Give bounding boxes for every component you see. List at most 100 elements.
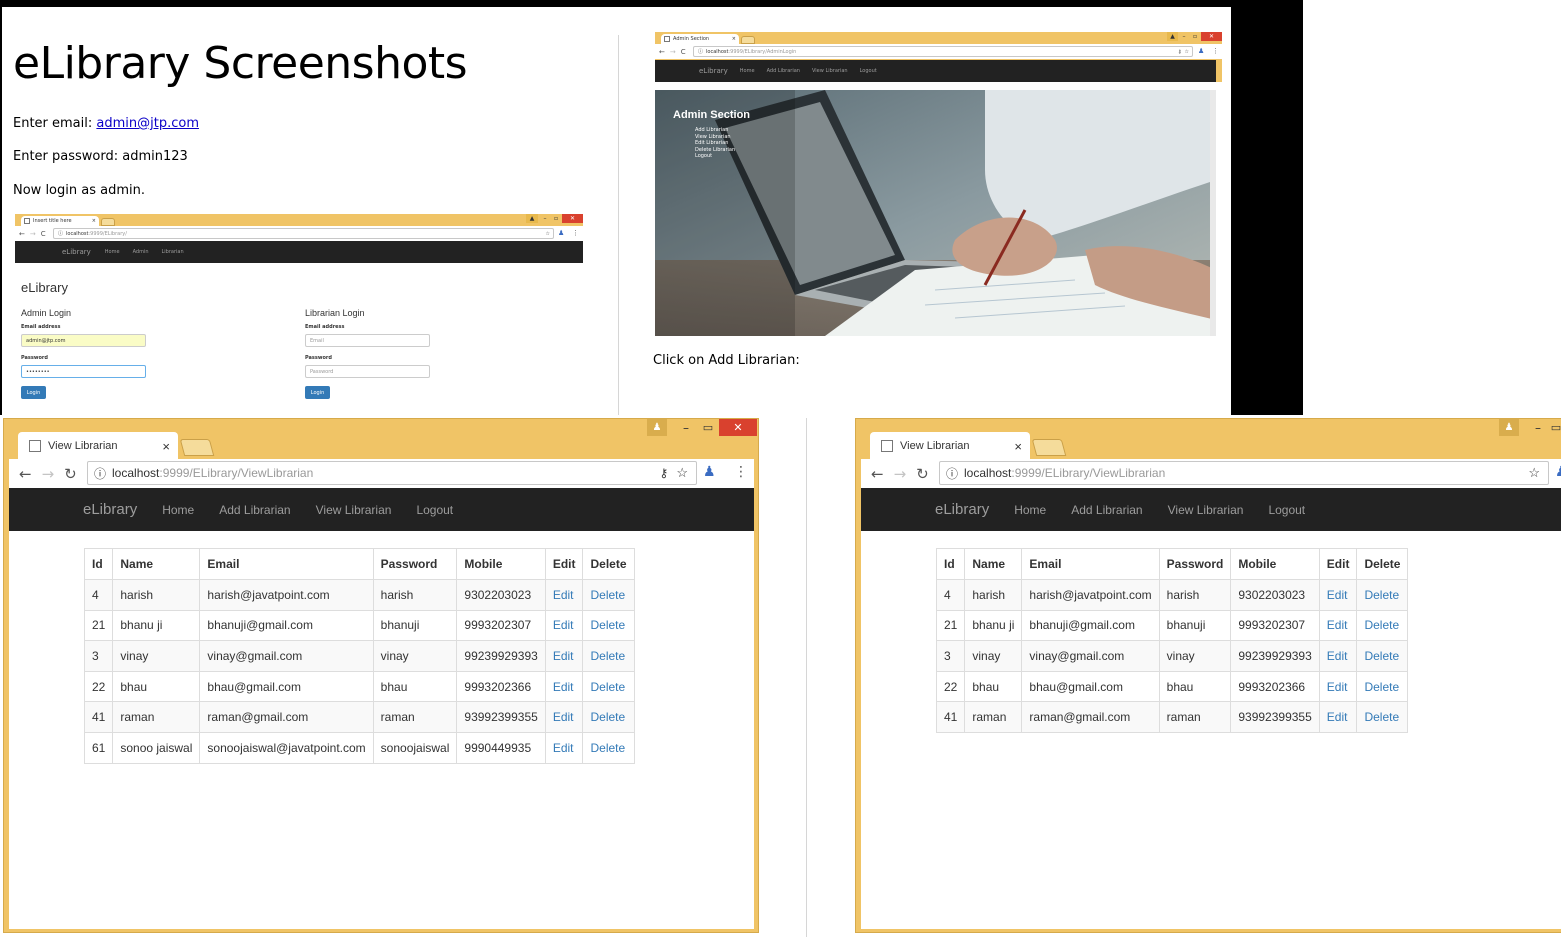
profile-icon[interactable]: ▲ [1167,32,1178,41]
delete-link[interactable]: Delete [1364,618,1399,632]
nav-add-librarian[interactable]: Add Librarian [767,68,800,74]
reload-icon[interactable]: ↻ [916,465,929,483]
nav-brand[interactable]: eLibrary [62,248,91,256]
delete-link[interactable]: Delete [590,680,625,694]
edit-link[interactable]: Edit [1327,680,1348,694]
maximize-button[interactable]: ▭ [1550,419,1561,436]
delete-link[interactable]: Delete [590,649,625,663]
admin-email-input[interactable]: admin@jtp.com [21,334,146,347]
edit-link[interactable]: Edit [553,618,574,632]
maximize-button[interactable]: ▭ [698,419,718,436]
nav-logout[interactable]: Logout [1268,503,1305,517]
delete-link[interactable]: Delete [590,618,625,632]
reload-icon[interactable]: C [41,230,46,238]
minimize-button[interactable]: – [676,419,696,436]
librarian-email-input[interactable]: Email [305,334,430,347]
reload-icon[interactable]: C [681,48,686,56]
nav-view-librarian[interactable]: View Librarian [812,68,848,74]
delete-link[interactable]: Delete [1364,710,1399,724]
nav-brand[interactable]: eLibrary [699,67,728,75]
nav-admin[interactable]: Admin [133,249,149,255]
url-bar[interactable]: ⓘ localhost:9999/ELibrary/AdminLogin ⚷ ☆ [693,46,1193,57]
back-arrow-icon[interactable]: ← [659,48,665,56]
window-close-button[interactable]: ✕ [1201,32,1222,41]
nav-logout[interactable]: Logout [416,503,453,517]
star-icon[interactable]: ☆ [676,465,688,481]
admin-tab[interactable]: Admin Section × [661,34,739,44]
delete-link[interactable]: Delete [590,741,625,755]
nav-view-librarian[interactable]: View Librarian [1168,503,1244,517]
minimize-button[interactable]: – [1528,419,1548,436]
edit-link[interactable]: Edit [553,680,574,694]
account-icon[interactable]: ♟ [558,229,564,237]
admin-password-input[interactable]: •••••••• [21,365,146,378]
key-icon[interactable]: ⚷ [660,466,669,480]
star-icon[interactable]: ☆ [1528,465,1540,481]
nav-brand[interactable]: eLibrary [83,501,137,518]
nav-home[interactable]: Home [105,249,120,255]
librarian-password-input[interactable]: Password [305,365,430,378]
window-close-button[interactable]: ✕ [719,419,757,436]
edit-link[interactable]: Edit [1327,649,1348,663]
account-icon[interactable]: ♟ [1555,464,1561,480]
back-arrow-icon[interactable]: ← [19,465,32,483]
star-icon[interactable]: ☆ [1185,49,1189,55]
edit-link[interactable]: Edit [1327,588,1348,602]
delete-link[interactable]: Delete [1364,649,1399,663]
profile-icon[interactable]: ♟ [1499,419,1519,436]
nav-home[interactable]: Home [1014,503,1046,517]
edit-link[interactable]: Edit [1327,618,1348,632]
edit-link[interactable]: Edit [553,588,574,602]
menu-icon[interactable]: ⋮ [1212,47,1219,55]
account-icon[interactable]: ♟ [703,464,716,480]
delete-link[interactable]: Delete [1364,588,1399,602]
close-icon[interactable]: × [162,439,170,454]
nav-add-librarian[interactable]: Add Librarian [1071,503,1142,517]
new-tab-button[interactable] [1031,439,1067,456]
view-librarian-tab[interactable]: View Librarian × [870,432,1030,460]
view-librarian-tab[interactable]: View Librarian × [18,432,178,460]
url-bar[interactable]: ⓘ localhost:9999/ELibrary/ViewLibrarian … [939,461,1549,485]
back-arrow-icon[interactable]: ← [871,465,884,483]
star-icon[interactable]: ☆ [546,231,550,237]
forward-arrow-icon[interactable]: → [894,465,907,483]
nav-add-librarian[interactable]: Add Librarian [219,503,290,517]
scrollbar[interactable] [1210,90,1216,336]
edit-link[interactable]: Edit [1327,710,1348,724]
nav-brand[interactable]: eLibrary [935,501,989,518]
nav-librarian[interactable]: Librarian [162,249,184,255]
account-icon[interactable]: ♟ [1198,47,1204,55]
edit-link[interactable]: Edit [553,710,574,724]
profile-icon[interactable]: ♟ [647,419,667,436]
key-icon[interactable]: ⚷ [1178,49,1182,55]
delete-link[interactable]: Delete [1364,680,1399,694]
email-link[interactable]: admin@jtp.com [96,116,199,131]
forward-arrow-icon[interactable]: → [42,465,55,483]
maximize-button[interactable]: ▫ [1190,32,1200,41]
reload-icon[interactable]: ↻ [64,465,77,483]
login-tab[interactable]: Insert title here × [21,216,99,226]
window-close-button[interactable]: ✕ [562,214,583,223]
close-icon[interactable]: × [732,36,736,42]
url-bar[interactable]: ⓘ localhost:9999/ELibrary/ ☆ [53,228,554,239]
maximize-button[interactable]: ▫ [551,214,561,223]
nav-home[interactable]: Home [740,68,755,74]
new-tab-button[interactable] [101,218,115,226]
menu-icon[interactable]: ⋮ [572,229,579,237]
minimize-button[interactable]: – [1179,32,1189,41]
librarian-login-button[interactable]: Login [305,386,330,399]
url-bar[interactable]: ⓘ localhost:9999/ELibrary/ViewLibrarian … [87,461,697,485]
forward-arrow-icon[interactable]: → [30,230,36,238]
menu-icon[interactable]: ⋮ [734,464,748,480]
close-icon[interactable]: × [92,218,96,224]
edit-link[interactable]: Edit [553,649,574,663]
minimize-button[interactable]: – [540,214,550,223]
delete-link[interactable]: Delete [590,710,625,724]
nav-home[interactable]: Home [162,503,194,517]
close-icon[interactable]: × [1014,439,1022,454]
nav-view-librarian[interactable]: View Librarian [316,503,392,517]
edit-link[interactable]: Edit [553,741,574,755]
delete-link[interactable]: Delete [590,588,625,602]
back-arrow-icon[interactable]: ← [19,230,25,238]
admin-login-button[interactable]: Login [21,386,46,399]
